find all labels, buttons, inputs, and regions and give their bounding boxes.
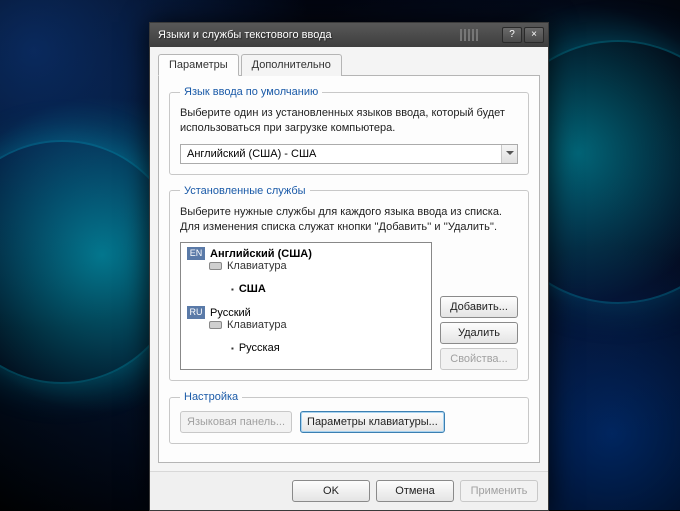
tab-page-parameters: Язык ввода по умолчанию Выберите один из…: [158, 75, 540, 463]
titlebar-grip: [460, 29, 500, 41]
keyboard-settings-button[interactable]: Параметры клавиатуры...: [300, 411, 445, 433]
titlebar[interactable]: Языки и службы текстового ввода ? ×: [150, 23, 548, 47]
keyboard-label-ru: Клавиатура: [227, 319, 287, 331]
tree-lang-en[interactable]: EN Английский (США) Клавиатура США: [187, 247, 425, 295]
installed-services-desc: Выберите нужные службы для каждого языка…: [180, 205, 518, 235]
lang-name-en: Английский (США): [210, 248, 312, 260]
tab-advanced[interactable]: Дополнительно: [241, 54, 342, 76]
chevron-down-icon[interactable]: [501, 145, 517, 163]
client-area: Параметры Дополнительно Язык ввода по ум…: [150, 47, 548, 471]
group-default-language-legend: Язык ввода по умолчанию: [180, 86, 322, 98]
keyboard-label-en: Клавиатура: [227, 260, 287, 272]
close-button[interactable]: ×: [524, 27, 544, 43]
window-title: Языки и службы текстового ввода: [158, 29, 460, 41]
keyboard-icon: [209, 321, 222, 329]
group-settings: Настройка Языковая панель... Параметры к…: [169, 391, 529, 444]
keyboard-icon: [209, 262, 222, 270]
dialog-window: Языки и службы текстового ввода ? × Пара…: [149, 22, 549, 511]
layout-en-us[interactable]: США: [231, 283, 425, 295]
layout-ru[interactable]: Русская: [231, 342, 425, 354]
cancel-button[interactable]: Отмена: [376, 480, 454, 502]
tree-lang-ru[interactable]: RU Русский Клавиатура Русская: [187, 306, 425, 354]
apply-button: Применить: [460, 480, 538, 502]
properties-button: Свойства...: [440, 348, 518, 370]
default-language-desc: Выберите один из установленных языков вв…: [180, 106, 518, 136]
add-button[interactable]: Добавить...: [440, 296, 518, 318]
help-button[interactable]: ?: [502, 27, 522, 43]
default-language-value: Английский (США) - США: [181, 148, 501, 160]
remove-button[interactable]: Удалить: [440, 322, 518, 344]
services-tree[interactable]: EN Английский (США) Клавиатура США: [180, 242, 432, 370]
group-installed-services: Установленные службы Выберите нужные слу…: [169, 185, 529, 382]
service-buttons: Добавить... Удалить Свойства...: [440, 242, 518, 370]
ok-button[interactable]: OK: [292, 480, 370, 502]
tab-strip: Параметры Дополнительно: [158, 53, 540, 76]
lang-badge-ru: RU: [187, 306, 205, 319]
group-installed-services-legend: Установленные службы: [180, 185, 310, 197]
group-settings-legend: Настройка: [180, 391, 242, 403]
lang-badge-en: EN: [187, 247, 205, 260]
lang-name-ru: Русский: [210, 307, 251, 319]
dialog-footer: OK Отмена Применить: [150, 471, 548, 510]
default-language-combo[interactable]: Английский (США) - США: [180, 144, 518, 164]
language-bar-button: Языковая панель...: [180, 411, 292, 433]
group-default-language: Язык ввода по умолчанию Выберите один из…: [169, 86, 529, 175]
tab-parameters[interactable]: Параметры: [158, 54, 239, 76]
